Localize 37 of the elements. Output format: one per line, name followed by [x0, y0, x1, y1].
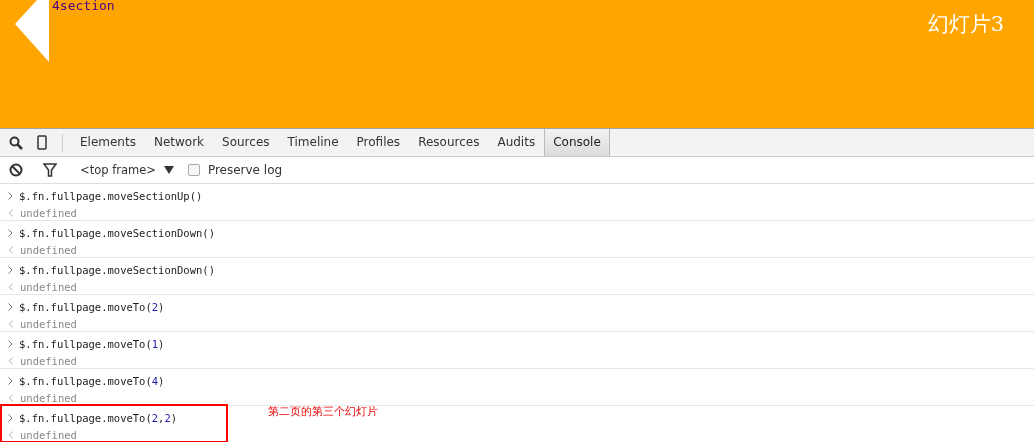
console-command: $.fn.fullpage.moveTo(4) — [19, 374, 165, 387]
console-result: undefined — [20, 280, 77, 293]
console-command: $.fn.fullpage.moveTo(1) — [19, 337, 165, 350]
console-result: undefined — [20, 243, 77, 256]
devtools-tab[interactable]: Network — [144, 129, 214, 156]
console-command: $.fn.fullpage.moveTo(2) — [19, 300, 165, 313]
chevron-icon — [8, 376, 13, 385]
section-label: 4section — [52, 0, 115, 15]
chevron-icon — [8, 265, 13, 274]
chevron-icon — [8, 302, 13, 311]
filter-icon[interactable] — [40, 160, 60, 180]
devtools-tab[interactable]: Console — [544, 129, 610, 156]
preserve-log-label: Preserve log — [207, 163, 283, 177]
annotation-text: 第二页的第三个幻灯片 — [268, 404, 378, 419]
frame-selector[interactable]: <top frame> — [80, 163, 156, 177]
console-result: undefined — [20, 206, 77, 219]
devtools-tab[interactable]: Profiles — [347, 129, 410, 156]
devtools-tab[interactable]: Audits — [488, 129, 545, 156]
console-result: undefined — [20, 391, 77, 404]
devtools-tab[interactable]: Elements — [71, 129, 145, 156]
console-command: $.fn.fullpage.moveSectionDown() — [19, 263, 215, 276]
console-result: undefined — [20, 354, 77, 367]
chevron-icon — [8, 228, 13, 237]
chevron-icon — [8, 191, 13, 200]
console-command: $.fn.fullpage.moveSectionDown() — [19, 226, 215, 239]
console-command: $.fn.fullpage.moveSectionUp() — [19, 189, 203, 202]
preserve-log-checkbox[interactable] — [187, 164, 200, 176]
devtools-tab[interactable]: Resources — [409, 129, 489, 156]
console-command: $.fn.fullpage.moveTo(2,2) — [19, 411, 178, 424]
dropdown-icon[interactable] — [163, 166, 174, 174]
slide-title: 幻灯片3 — [927, 11, 1004, 38]
devtools-tab[interactable]: Timeline — [278, 129, 348, 156]
chevron-icon — [8, 413, 13, 422]
console-result: undefined — [20, 317, 77, 330]
chevron-icon — [8, 339, 13, 348]
devtools-tab[interactable]: Sources — [213, 129, 279, 156]
console-result: undefined — [20, 428, 77, 441]
